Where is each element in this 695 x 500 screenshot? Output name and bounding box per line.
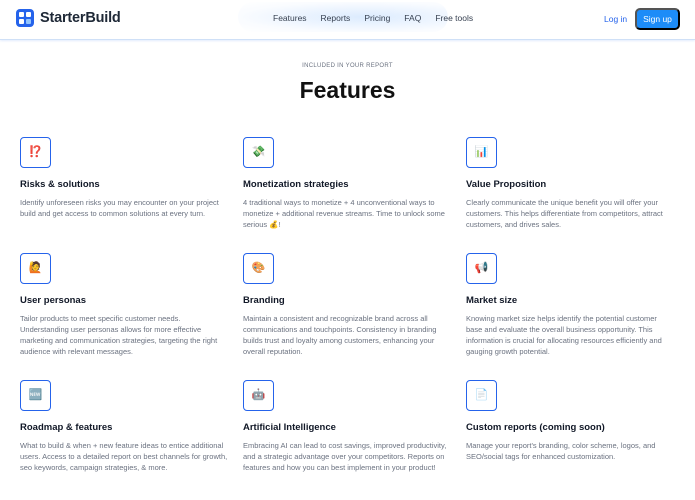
nav-link-free-tools[interactable]: Free tools: [435, 13, 473, 23]
feature-card-market-size: 📢 Market size Knowing market size helps …: [466, 253, 676, 357]
feature-title: Monetization strategies: [243, 179, 349, 190]
robot-icon: 🤖: [243, 380, 274, 411]
feature-card-branding: 🎨 Branding Maintain a consistent and rec…: [243, 253, 453, 357]
document-icon: 📄: [466, 380, 497, 411]
page-title: Features: [299, 77, 396, 103]
feature-title: Roadmap & features: [20, 422, 113, 433]
feature-title: Market size: [466, 295, 518, 306]
feature-description: 4 traditional ways to monetize + 4 uncon…: [243, 198, 445, 229]
nav-link-reports[interactable]: Reports: [321, 13, 351, 23]
person-raising-hand-icon: 🙋: [20, 253, 51, 284]
money-wings-icon: 💸: [243, 137, 274, 168]
main-nav: Features Reports Pricing FAQ Free tools: [273, 13, 487, 23]
feature-description: Clearly communicate the unique benefit y…: [466, 198, 663, 229]
feature-description: Knowing market size helps identify the p…: [466, 314, 662, 356]
feature-card-ai: 🤖 Artificial Intelligence Embracing AI c…: [243, 380, 453, 473]
bar-chart-icon: 📊: [466, 137, 497, 168]
feature-card-custom-reports: 📄 Custom reports (coming soon) Manage yo…: [466, 380, 676, 462]
feature-description: Identify unforeseen risks you may encoun…: [20, 198, 219, 218]
signup-button[interactable]: Sign up: [635, 8, 680, 30]
feature-description: Manage your report's branding, color sch…: [466, 441, 656, 461]
nav-link-features[interactable]: Features: [273, 13, 307, 23]
feature-title: Risks & solutions: [20, 179, 100, 190]
brand-logo[interactable]: StarterBuild: [16, 9, 121, 27]
feature-card-monetization: 💸 Monetization strategies 4 traditional …: [243, 137, 453, 230]
feature-title: Value Proposition: [466, 179, 547, 190]
feature-description: What to build & when + new feature ideas…: [20, 441, 228, 472]
feature-card-user-personas: 🙋 User personas Tailor products to meet …: [20, 253, 230, 357]
brand-name: StarterBuild: [40, 10, 121, 26]
palette-icon: 🎨: [243, 253, 274, 284]
login-link[interactable]: Log in: [604, 14, 627, 24]
new-badge-icon: 🆕: [20, 380, 51, 411]
feature-card-risks: ⁉️ Risks & solutions Identify unforeseen…: [20, 137, 230, 219]
nav-link-pricing[interactable]: Pricing: [364, 13, 390, 23]
megaphone-icon: 📢: [466, 253, 497, 284]
feature-title: Custom reports (coming soon): [466, 422, 605, 433]
feature-title: Artificial Intelligence: [243, 422, 336, 433]
feature-description: Maintain a consistent and recognizable b…: [243, 314, 437, 356]
nav-link-faq[interactable]: FAQ: [404, 13, 421, 23]
feature-card-roadmap: 🆕 Roadmap & features What to build & whe…: [20, 380, 230, 473]
top-navbar: StarterBuild Features Reports Pricing FA…: [0, 0, 695, 40]
feature-card-value-proposition: 📊 Value Proposition Clearly communicate …: [466, 137, 676, 230]
feature-description: Embracing AI can lead to cost savings, i…: [243, 441, 447, 472]
feature-title: User personas: [20, 295, 87, 306]
grid-logo-icon: [16, 9, 34, 27]
exclamation-question-icon: ⁉️: [20, 137, 51, 168]
feature-title: Branding: [243, 295, 285, 306]
feature-description: Tailor products to meet specific custome…: [20, 314, 218, 356]
section-eyebrow: INCLUDED IN YOUR REPORT: [302, 63, 393, 69]
